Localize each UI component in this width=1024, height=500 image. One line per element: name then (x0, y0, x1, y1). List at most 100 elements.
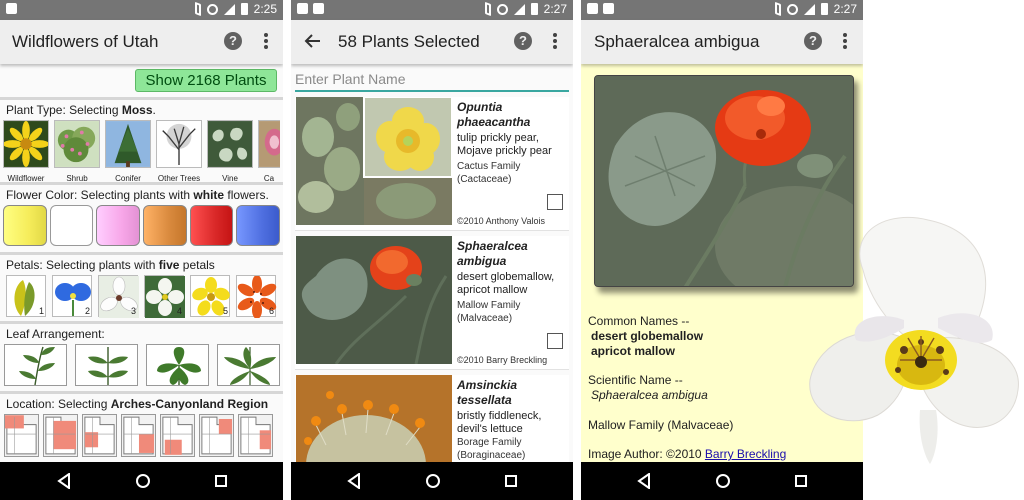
petal-option-3[interactable]: 3 (98, 275, 139, 318)
basal-leaves-icon (224, 347, 276, 385)
overflow-menu-icon[interactable] (551, 32, 559, 50)
color-swatch-orange[interactable] (143, 205, 187, 246)
list-title: 58 Plants Selected (338, 32, 480, 51)
common-name-1: desert globemallow (591, 329, 704, 343)
scientific-name: Sphaeralcea ambigua (591, 388, 708, 402)
common-name: tulip prickly pear, Mojave prickly pear (457, 132, 552, 157)
petals-label: Petals: Selecting plants with five petal… (6, 258, 215, 272)
family-name: Mallow Family (Malvaceae) (457, 300, 521, 324)
battery-icon (240, 3, 248, 15)
plant-type-wildflower[interactable]: Wildflower (3, 120, 49, 183)
clock: 2:25 (253, 2, 277, 16)
home-nav-icon[interactable] (715, 474, 730, 488)
home-nav-icon[interactable] (135, 474, 150, 488)
leaf-alternate[interactable] (4, 344, 67, 386)
color-swatch-pink[interactable] (96, 205, 141, 246)
select-checkbox[interactable] (547, 194, 563, 210)
back-nav-icon[interactable] (56, 473, 71, 489)
status-bar: 2:27 (291, 0, 573, 20)
clock: 2:27 (833, 2, 857, 16)
petal-option-5[interactable]: 5 (190, 275, 230, 317)
color-swatch-white[interactable] (49, 205, 94, 246)
location-section: Location: Selecting Arches-Canyonland Re… (0, 391, 283, 457)
plant-name-search-input[interactable] (295, 70, 569, 92)
region-map-5[interactable] (160, 414, 195, 457)
do-not-disturb-icon (786, 3, 798, 15)
back-nav-icon[interactable] (347, 473, 361, 489)
do-not-disturb-icon (206, 3, 218, 15)
bluetooth-icon (194, 1, 201, 17)
do-not-disturb-icon (496, 3, 508, 15)
wildflower-image (3, 120, 49, 168)
recents-nav-icon[interactable] (504, 475, 517, 487)
back-nav-icon[interactable] (637, 473, 651, 489)
opuntia-photo (296, 97, 452, 225)
image-credit: ©2010 Barry Breckling (457, 355, 548, 365)
shrub-image (54, 120, 100, 168)
plant-list-item[interactable]: Sphaeralcea ambigua desert globemallow, … (295, 236, 569, 370)
back-arrow-icon[interactable] (303, 31, 323, 51)
show-plants-button[interactable]: Show 2168 Plants (135, 69, 277, 92)
app-bar: 58 Plants Selected ? (291, 20, 573, 64)
app-bar: Sphaeralcea ambigua ? (581, 20, 863, 64)
leaf-basal[interactable] (217, 344, 280, 386)
image-author-link[interactable]: Barry Breckling (705, 447, 786, 461)
image-credit: ©2010 Anthony Valois (457, 216, 546, 226)
tree-image (156, 120, 202, 168)
plant-type-label: Plant Type: Selecting Moss. (6, 103, 156, 117)
family-name: Cactus Family (Cactaceae) (457, 161, 521, 185)
scientific-name: Sphaeralcea ambigua (457, 239, 528, 268)
screen-plant-list: 2:27 58 Plants Selected ? Opuntia phaeac… (291, 0, 573, 500)
color-swatch-red[interactable] (189, 205, 234, 246)
recents-nav-icon[interactable] (214, 475, 227, 487)
select-checkbox[interactable] (547, 333, 563, 349)
family-name: Borage Family (Boraginaceae) (457, 437, 526, 461)
region-map-7[interactable] (238, 414, 273, 457)
scientific-name: Amsinckia tessellata (457, 378, 518, 407)
region-map-2[interactable] (43, 414, 78, 457)
image-icon (587, 3, 598, 14)
plant-type-vine[interactable]: Vine (207, 120, 253, 183)
plant-list-item[interactable]: Opuntia phaeacantha tulip prickly pear, … (295, 97, 569, 231)
plant-type-shrub[interactable]: Shrub (54, 120, 100, 183)
flower-color-section: Flower Color: Selecting plants with whit… (0, 182, 283, 246)
region-map-6[interactable] (199, 414, 234, 457)
petal-option-2[interactable]: 2 (52, 275, 92, 317)
leaf-whorled[interactable] (146, 344, 209, 386)
overflow-menu-icon[interactable] (841, 32, 849, 50)
leaf-arrangement-label: Leaf Arrangement: (6, 327, 105, 341)
status-bar: 2:25 (0, 0, 283, 20)
color-swatch-yellow[interactable] (3, 205, 47, 246)
image-author: Image Author: ©2010 Barry Breckling (588, 447, 787, 461)
overflow-menu-icon[interactable] (262, 32, 270, 50)
battery-icon (820, 3, 828, 15)
petal-option-4[interactable]: 4 (144, 275, 185, 318)
app-bar: Wildflowers of Utah ? (0, 20, 283, 64)
signal-icon (223, 3, 235, 15)
common-name: desert globemallow, apricot mallow (457, 271, 555, 296)
help-icon[interactable]: ? (514, 32, 532, 50)
plant-type-cactus[interactable]: Ca (258, 120, 280, 183)
whorled-leaves-icon (157, 347, 201, 385)
petal-option-6[interactable]: 6 (236, 275, 277, 319)
help-icon[interactable]: ? (224, 32, 242, 50)
bluetooth-icon (774, 1, 781, 17)
system-nav-bar (581, 462, 863, 500)
system-nav-bar (291, 462, 573, 500)
plant-type-other-trees[interactable]: Other Trees (156, 120, 202, 183)
region-map-1[interactable] (4, 414, 39, 457)
recents-nav-icon[interactable] (794, 475, 807, 487)
leaf-arrangement-section: Leaf Arrangement: (0, 321, 283, 386)
scientific-name-label: Scientific Name -- (588, 373, 683, 387)
plant-list-item[interactable]: Amsinckia tessellata bristly fiddleneck,… (295, 375, 569, 500)
color-swatch-blue[interactable] (236, 205, 281, 246)
leaf-opposite[interactable] (75, 344, 138, 386)
help-icon[interactable]: ? (804, 32, 822, 50)
petal-option-1[interactable]: 1 (6, 275, 46, 317)
home-nav-icon[interactable] (425, 474, 440, 488)
region-map-3[interactable] (82, 414, 117, 457)
cactus-image (258, 120, 280, 168)
plant-type-conifer[interactable]: Conifer (105, 120, 151, 183)
region-map-4[interactable] (121, 414, 156, 457)
android-icon (6, 3, 17, 14)
